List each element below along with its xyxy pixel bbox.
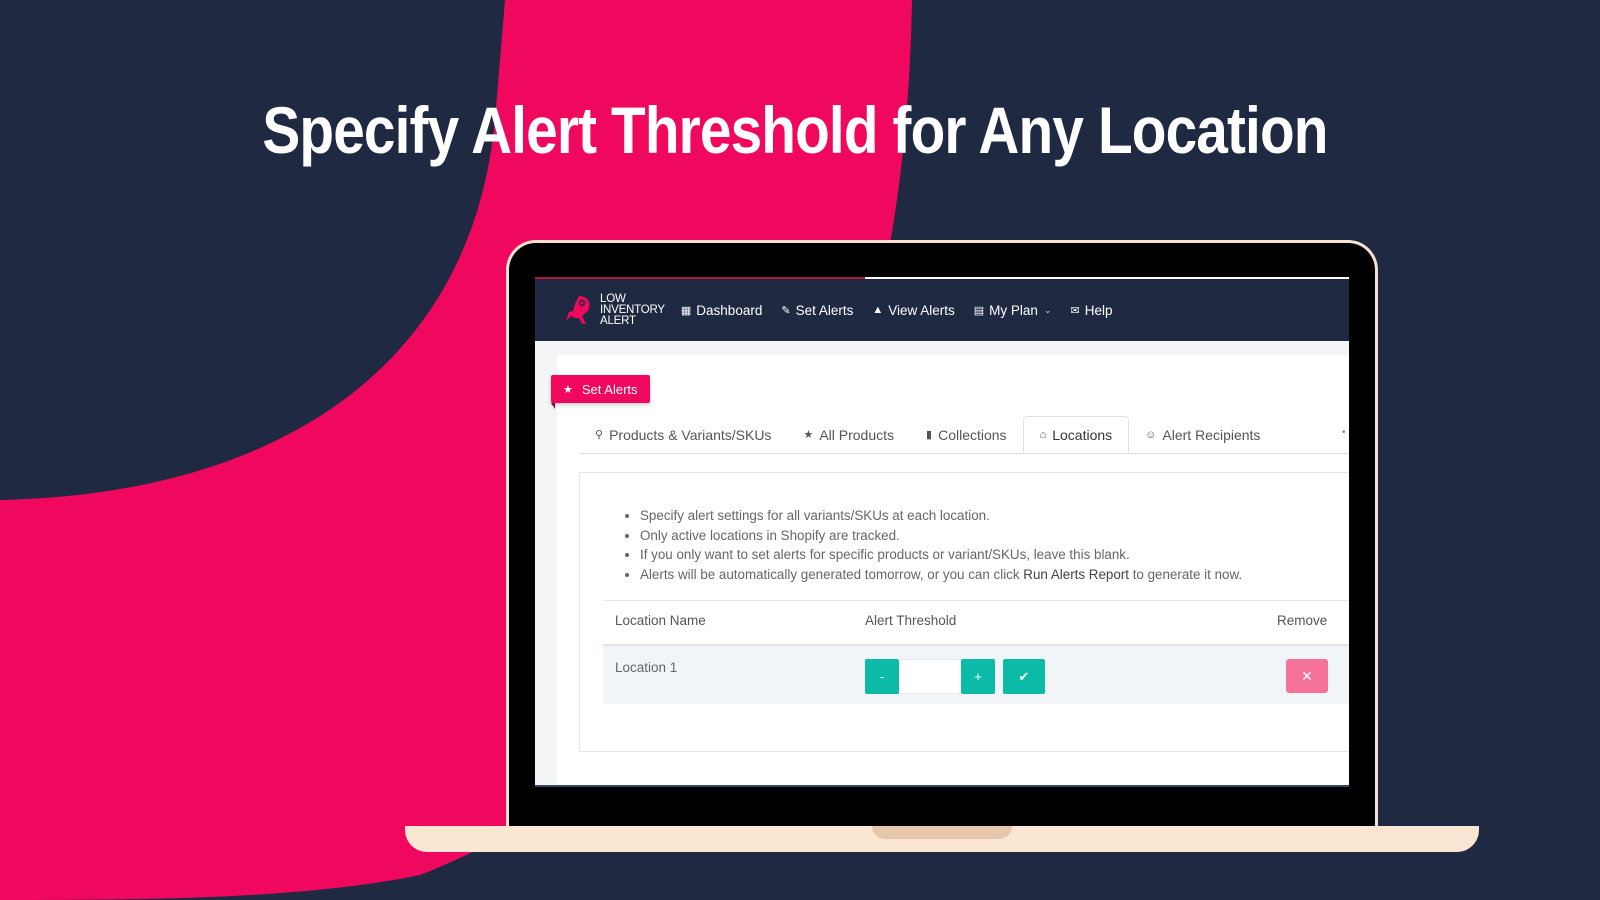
location-name-cell: Location 1	[615, 660, 678, 675]
warning-icon: ▲	[872, 304, 884, 316]
tab-label: Alert Recipients	[1162, 426, 1261, 443]
nav-label: Help	[1084, 302, 1113, 318]
app-logo[interactable]: LOW INVENTORY ALERT	[565, 292, 665, 327]
nav-dashboard[interactable]: ▦ Dashboard	[681, 303, 762, 318]
ribbon-fold	[551, 403, 555, 409]
tab-label: Collections	[938, 426, 1007, 443]
info-item: If you only want to set alerts for speci…	[640, 545, 1242, 565]
top-navbar: LOW INVENTORY ALERT ▦ Dashboard ✎ Set Al…	[535, 279, 1349, 341]
nav-set-alerts[interactable]: ✎ Set Alerts	[781, 303, 853, 318]
close-icon: ✕	[1301, 667, 1313, 684]
nav-my-plan-dropdown[interactable]: ▤ My Plan ⌄	[974, 303, 1052, 318]
logo-line: LOW	[600, 292, 626, 305]
home-icon: ⌂	[1039, 428, 1047, 441]
locations-panel: Specify alert settings for all variants/…	[579, 472, 1349, 752]
collections-icon: ▮	[926, 429, 933, 441]
column-header-remove: Remove	[1277, 613, 1328, 628]
remove-location-button[interactable]: ✕	[1286, 659, 1328, 693]
check-icon: ✔	[1018, 668, 1030, 684]
nav-label: My Plan	[989, 302, 1038, 318]
table-row: Location 1 - + ✔ ✕	[603, 646, 1349, 704]
tab-label: Locations	[1052, 426, 1113, 443]
info-item: Only active locations in Shopify are tra…	[640, 526, 1242, 546]
search-icon: ⚲	[595, 429, 604, 441]
tabs-divider	[579, 453, 1349, 454]
nav-help[interactable]: ✉ Help	[1071, 303, 1113, 318]
parrot-logo-icon	[566, 296, 590, 324]
nav-label: Set Alerts	[795, 302, 854, 318]
decrement-button[interactable]: -	[865, 659, 899, 694]
chevron-down-icon: ⌄	[1043, 304, 1052, 315]
page-headline: Specify Alert Threshold for Any Location	[262, 93, 1328, 167]
dashboard-icon: ▦	[680, 304, 692, 317]
laptop-notch	[872, 826, 1012, 839]
tab-collections[interactable]: ▮ Collections	[910, 416, 1023, 453]
logo-text: LOW INVENTORY ALERT	[600, 292, 665, 327]
badge-label: Set Alerts	[581, 381, 638, 397]
increment-button[interactable]: +	[961, 659, 995, 694]
tab-alert-recipients[interactable]: ☺ Alert Recipients	[1129, 416, 1276, 453]
tab-all-products[interactable]: ★ All Products	[787, 416, 910, 453]
column-header-alert-threshold: Alert Threshold	[865, 613, 957, 628]
run-alerts-report-text: Run Alerts Report	[1023, 566, 1129, 582]
logo-line: ALERT	[600, 314, 636, 327]
info-text: to generate it now.	[1128, 566, 1243, 582]
table-top-border	[603, 600, 1349, 601]
threshold-input[interactable]	[899, 659, 961, 694]
info-item: Specify alert settings for all variants/…	[640, 506, 1242, 526]
alert-tabs: ⚲ Products & Variants/SKUs ★ All Product…	[579, 416, 1276, 453]
tab-locations[interactable]: ⌂ Locations	[1022, 416, 1130, 453]
nav-view-alerts[interactable]: ▲ View Alerts	[872, 303, 954, 318]
nav-label: View Alerts	[888, 302, 955, 318]
tab-overflow-icon[interactable]: •	[1342, 427, 1346, 438]
info-item: Alerts will be automatically generated t…	[640, 565, 1242, 585]
set-alerts-badge: ★ Set Alerts	[551, 375, 650, 403]
info-text: Alerts will be automatically generated t…	[640, 566, 1024, 582]
info-list: Specify alert settings for all variants/…	[618, 506, 1242, 584]
magic-wand-icon: ✎	[781, 304, 791, 317]
star-icon: ★	[563, 383, 573, 396]
star-icon: ★	[803, 429, 814, 441]
users-icon: ☺	[1145, 428, 1157, 441]
nav-label: Dashboard	[696, 302, 763, 318]
tab-label: Products & Variants/SKUs	[609, 426, 772, 443]
column-header-location-name: Location Name	[615, 613, 706, 628]
tab-products-variants[interactable]: ⚲ Products & Variants/SKUs	[579, 416, 787, 453]
logo-line: INVENTORY	[600, 303, 665, 316]
screen-bottom-edge	[535, 785, 1349, 787]
app-screen: LOW INVENTORY ALERT ▦ Dashboard ✎ Set Al…	[535, 277, 1349, 787]
tab-label: All Products	[819, 426, 895, 443]
calendar-icon: ▤	[973, 304, 985, 317]
threshold-stepper: - +	[865, 659, 995, 694]
mail-icon: ✉	[1070, 304, 1080, 317]
save-threshold-button[interactable]: ✔	[1003, 659, 1045, 694]
